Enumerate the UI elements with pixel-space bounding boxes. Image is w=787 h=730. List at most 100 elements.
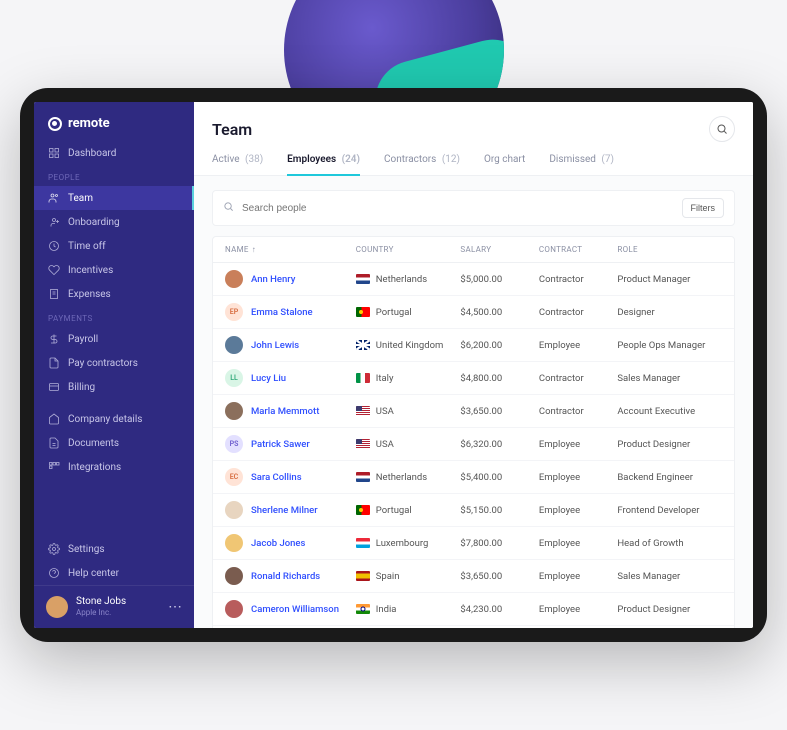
employee-name[interactable]: Lucy Liu [251, 373, 286, 384]
sidebar-item-payroll[interactable]: Payroll [34, 327, 194, 351]
sidebar-item-dashboard[interactable]: Dashboard [34, 141, 194, 165]
cell-role: Account Executive [617, 406, 722, 417]
employee-name[interactable]: Ann Henry [251, 274, 295, 285]
employee-name[interactable]: Ronald Richards [251, 571, 320, 582]
table-row[interactable]: Sherlene MilnerPortugal$5,150.00Employee… [213, 494, 734, 527]
user-footer[interactable]: Stone Jobs Apple Inc. ⋯ [34, 585, 194, 628]
sidebar-item-label: Settings [68, 544, 105, 555]
help-icon [48, 567, 60, 579]
sidebar-item-team[interactable]: Team [34, 186, 194, 210]
tab-label: Contractors [384, 154, 436, 165]
flag-icon [356, 439, 370, 449]
cell-contract: Contractor [539, 307, 617, 318]
employee-name[interactable]: Sara Collins [251, 472, 302, 483]
filters-button[interactable]: Filters [682, 198, 725, 218]
cell-salary: $6,200.00 [460, 340, 538, 351]
sidebar-item-onboarding[interactable]: Onboarding [34, 210, 194, 234]
brand-icon [48, 117, 62, 131]
more-icon[interactable]: ⋯ [168, 599, 182, 615]
sidebar-item-label: Company details [68, 414, 142, 425]
country-label: Italy [376, 373, 394, 384]
sidebar-item-time-off[interactable]: Time off [34, 234, 194, 258]
sidebar-item-pay-contractors[interactable]: Pay contractors [34, 351, 194, 375]
employee-name[interactable]: Marla Memmott [251, 406, 319, 417]
col-role[interactable]: ROLE [617, 245, 722, 254]
cell-contract: Employee [539, 505, 617, 516]
avatar: EP [225, 303, 243, 321]
cell-name: PSPatrick Sawer [225, 435, 356, 453]
table-row[interactable]: EPEmma StalonePortugal$4,500.00Contracto… [213, 296, 734, 329]
table-row[interactable]: Ronald RichardsSpain$3,650.00EmployeeSal… [213, 560, 734, 593]
sidebar-item-help-center[interactable]: Help center [34, 561, 194, 585]
sidebar-item-integrations[interactable]: Integrations [34, 455, 194, 479]
sidebar-item-expenses[interactable]: Expenses [34, 282, 194, 306]
cell-role: Product Designer [617, 439, 722, 450]
doc-icon [48, 437, 60, 449]
table-row[interactable]: Marla MemmottUSA$3,650.00ContractorAccou… [213, 395, 734, 428]
cell-contract: Employee [539, 472, 617, 483]
flag-icon [356, 538, 370, 548]
cell-country: Netherlands [356, 274, 461, 285]
sidebar-item-company-details[interactable]: Company details [34, 407, 194, 431]
sidebar-item-label: Integrations [68, 462, 121, 473]
cell-contract: Contractor [539, 373, 617, 384]
sidebar-item-documents[interactable]: Documents [34, 431, 194, 455]
sidebar-item-label: Pay contractors [68, 358, 138, 369]
col-contract[interactable]: CONTRACT [539, 245, 617, 254]
brand[interactable]: remote [34, 102, 194, 141]
flag-icon [356, 307, 370, 317]
cell-country: Portugal [356, 307, 461, 318]
employee-name[interactable]: Patrick Sawer [251, 439, 310, 450]
col-country[interactable]: COUNTRY [356, 245, 461, 254]
page-title: Team [212, 120, 252, 139]
avatar [225, 501, 243, 519]
table-row[interactable]: Jacob JonesLuxembourg$7,800.00EmployeeHe… [213, 527, 734, 560]
tab-label: Org chart [484, 154, 525, 165]
table-row[interactable]: PSPatrick SawerUSA$6,320.00EmployeeProdu… [213, 428, 734, 461]
cell-role: People Ops Manager [617, 340, 722, 351]
cell-role: Sales Manager [617, 373, 722, 384]
search-icon [223, 201, 234, 215]
user-name: Stone Jobs [76, 596, 160, 608]
sidebar-item-settings[interactable]: Settings [34, 537, 194, 561]
col-name[interactable]: NAME↑ [225, 245, 356, 254]
employees-table: NAME↑ COUNTRY SALARY CONTRACT ROLE Ann H… [212, 236, 735, 628]
table-row[interactable]: Cameron WilliamsonIndia$4,230.00Employee… [213, 593, 734, 626]
flag-icon [356, 373, 370, 383]
global-search-button[interactable] [709, 116, 735, 142]
flag-icon [356, 505, 370, 515]
sidebar-item-billing[interactable]: Billing [34, 375, 194, 399]
table-row[interactable]: LLLucy LiuItaly$4,800.00ContractorSales … [213, 362, 734, 395]
country-label: Luxembourg [376, 538, 429, 549]
employee-name[interactable]: Emma Stalone [251, 307, 313, 318]
employee-name[interactable]: Sherlene Milner [251, 505, 318, 516]
user-org: Apple Inc. [76, 608, 160, 618]
sidebar-item-incentives[interactable]: Incentives [34, 258, 194, 282]
tab-dismissed[interactable]: Dismissed (7) [549, 154, 614, 175]
sidebar-item-label: Help center [68, 568, 119, 579]
search-input[interactable] [242, 203, 674, 214]
search-bar: Filters [212, 190, 735, 226]
sidebar-item-label: Dashboard [68, 148, 116, 159]
col-salary[interactable]: SALARY [460, 245, 538, 254]
table-header: NAME↑ COUNTRY SALARY CONTRACT ROLE [213, 237, 734, 263]
tab-contractors[interactable]: Contractors (12) [384, 154, 460, 175]
table-row[interactable]: ECSara CollinsNetherlands$5,400.00Employ… [213, 461, 734, 494]
employee-name[interactable]: Jacob Jones [251, 538, 305, 549]
brand-label: remote [68, 116, 110, 131]
employee-name[interactable]: Cameron Williamson [251, 604, 339, 615]
tab-org-chart[interactable]: Org chart [484, 154, 525, 175]
table-row[interactable]: Ann HenryNetherlands$5,000.00ContractorP… [213, 263, 734, 296]
onboarding-icon [48, 216, 60, 228]
table-row[interactable]: TSEsther HowardGermany$6,820.00EmployeeH… [213, 626, 734, 628]
tab-active[interactable]: Active (38) [212, 154, 263, 175]
table-row[interactable]: John LewisUnited Kingdom$6,200.00Employe… [213, 329, 734, 362]
flag-icon [356, 340, 370, 350]
tab-employees[interactable]: Employees (24) [287, 154, 360, 175]
cell-country: USA [356, 406, 461, 417]
cell-country: India [356, 604, 461, 615]
sidebar-item-label: Team [68, 193, 93, 204]
sidebar-item-label: Payroll [68, 334, 98, 345]
employee-name[interactable]: John Lewis [251, 340, 299, 351]
cell-name: Ronald Richards [225, 567, 356, 585]
